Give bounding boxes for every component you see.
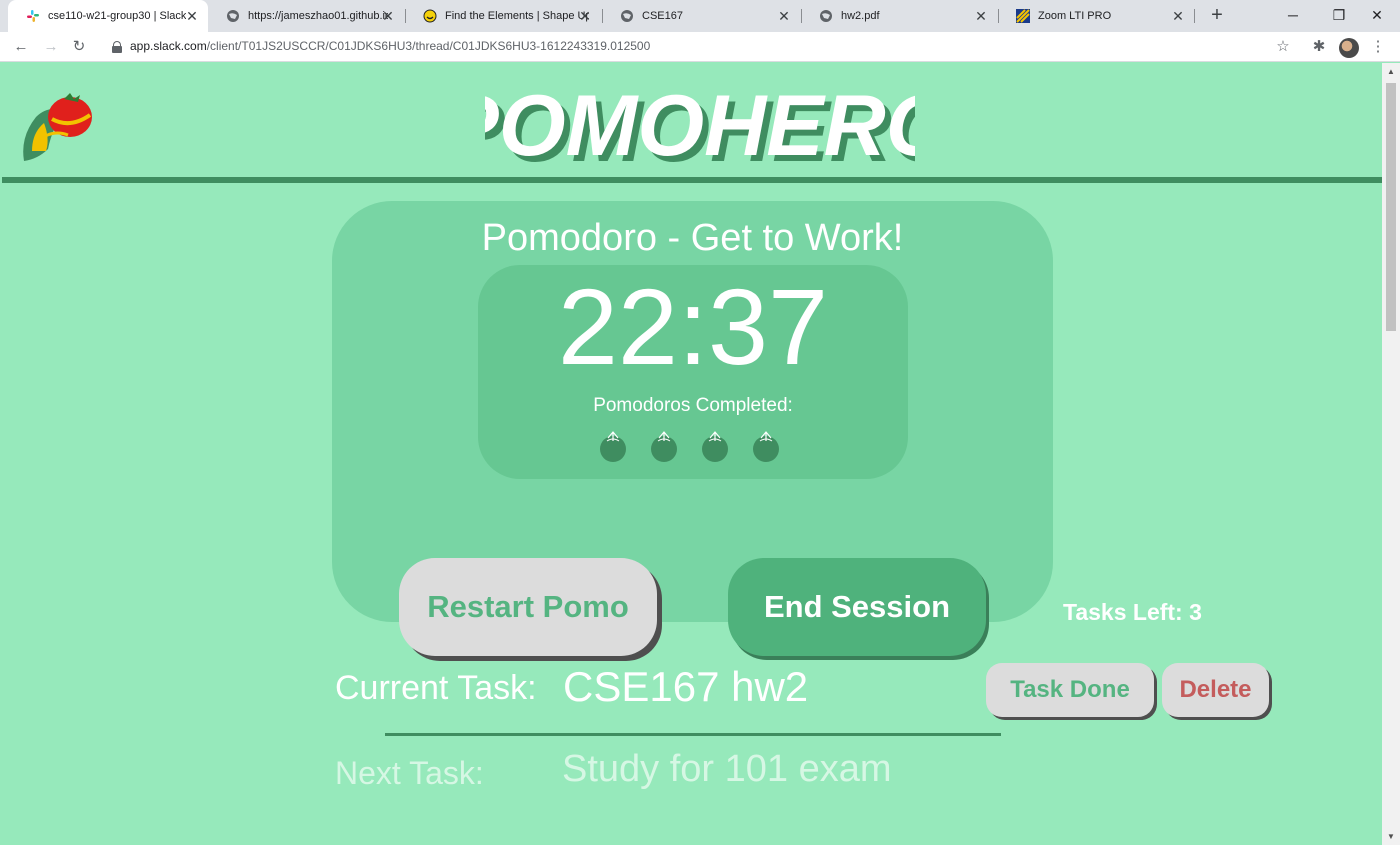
shapeup-icon <box>423 9 437 23</box>
globe-icon <box>620 9 634 23</box>
pomohero-title-logo: POMOHERO POMOHERO <box>485 78 915 179</box>
pomohero-page: POMOHERO POMOHERO Pomodoro - Get to Work… <box>0 63 1382 845</box>
tab-title: cse110-w21-group30 | Slack <box>48 10 187 22</box>
restart-pomo-button[interactable]: Restart Pomo <box>399 558 657 656</box>
globe-icon <box>226 9 240 23</box>
tab-zoom[interactable]: Zoom LTI PRO ✕ <box>998 0 1194 32</box>
close-tab-icon[interactable]: ✕ <box>776 8 792 24</box>
tab-title: https://jameszhao01.github.io <box>248 10 388 22</box>
tab-github[interactable]: https://jameszhao01.github.io ✕ <box>208 0 404 32</box>
tab-title: CSE167 <box>642 10 683 22</box>
tab-title: Zoom LTI PRO <box>1038 10 1112 22</box>
tomato-icon <box>600 431 626 462</box>
close-tab-icon[interactable]: ✕ <box>973 8 989 24</box>
url-text: app.slack.com/client/T01JS2USCCR/C01JDKS… <box>130 39 650 53</box>
current-task-value: CSE167 hw2 <box>563 663 809 710</box>
bookmark-star-icon[interactable]: ☆ <box>1273 37 1293 57</box>
tomato-icon <box>702 431 728 462</box>
tab-title: hw2.pdf <box>841 10 880 22</box>
lock-icon <box>112 41 122 53</box>
tab-separator <box>1194 9 1195 23</box>
delete-task-button[interactable]: Delete <box>1162 663 1269 717</box>
task-done-button[interactable]: Task Done <box>986 663 1154 717</box>
tab-title: Find the Elements | Shape Up <box>445 10 589 22</box>
timer-display: 22:37 <box>557 266 829 387</box>
task-divider <box>385 733 1001 736</box>
url-host: app.slack.com <box>130 39 207 53</box>
next-task-label: Next Task: <box>335 755 484 791</box>
close-tab-icon[interactable]: ✕ <box>184 8 200 24</box>
tab-hw2[interactable]: hw2.pdf ✕ <box>801 0 997 32</box>
address-bar[interactable]: app.slack.com/client/T01JS2USCCR/C01JDKS… <box>104 35 1304 59</box>
page-scrollbar[interactable]: ▲ ▼ <box>1382 63 1400 845</box>
tomato-icon <box>753 431 779 462</box>
header-divider <box>2 177 1382 183</box>
browser-tabstrip: cse110-w21-group30 | Slack ✕ https://jam… <box>0 0 1400 32</box>
pomodoro-count <box>598 429 788 463</box>
tab-cse167[interactable]: CSE167 ✕ <box>602 0 800 32</box>
profile-avatar[interactable] <box>1339 38 1359 58</box>
mode-label: Pomodoro - Get to Work! <box>481 217 904 259</box>
menu-dots-icon[interactable]: ⋮ <box>1368 37 1388 57</box>
back-arrow-icon[interactable]: ← <box>10 36 32 58</box>
new-tab-button[interactable]: + <box>1206 4 1228 26</box>
zoom-icon <box>1016 9 1030 23</box>
forward-arrow-icon[interactable]: → <box>40 36 62 58</box>
title-text: POMOHERO <box>485 78 915 174</box>
current-task-label: Current Task: <box>335 669 537 707</box>
tomato-hero-logo-icon <box>23 93 92 161</box>
close-window-icon[interactable]: ✕ <box>1354 0 1400 32</box>
close-tab-icon[interactable]: ✕ <box>1170 8 1186 24</box>
next-task-value: Study for 101 exam <box>562 748 892 790</box>
tasks-left-counter: Tasks Left: 3 <box>1063 599 1202 625</box>
scrollbar-thumb[interactable] <box>1386 83 1396 331</box>
pomodoros-completed-label: Pomodoros Completed: <box>593 395 793 416</box>
scroll-down-arrow-icon[interactable]: ▼ <box>1382 832 1400 841</box>
url-path: /client/T01JS2USCCR/C01JDKS6HU3/thread/C… <box>206 39 651 53</box>
tomato-icon <box>651 431 677 462</box>
globe-icon <box>819 9 833 23</box>
tab-shapeup[interactable]: Find the Elements | Shape Up ✕ <box>405 0 601 32</box>
reload-icon[interactable]: ↻ <box>68 36 90 58</box>
close-tab-icon[interactable]: ✕ <box>380 8 396 24</box>
slack-icon <box>26 9 40 23</box>
browser-toolbar: ← → ↻ app.slack.com/client/T01JS2USCCR/C… <box>0 32 1400 62</box>
timer-panel: Pomodoro - Get to Work! 22:37 Pomodoros … <box>332 201 1053 656</box>
extensions-puzzle-icon[interactable]: ✱ <box>1309 37 1329 57</box>
end-session-button[interactable]: End Session <box>728 558 986 656</box>
close-tab-icon[interactable]: ✕ <box>577 8 593 24</box>
scroll-up-arrow-icon[interactable]: ▲ <box>1382 67 1400 76</box>
tab-slack[interactable]: cse110-w21-group30 | Slack ✕ <box>8 0 208 32</box>
minimize-icon[interactable]: ─ <box>1270 0 1316 32</box>
timer-box: 22:37 Pomodoros Completed: <box>478 265 908 479</box>
